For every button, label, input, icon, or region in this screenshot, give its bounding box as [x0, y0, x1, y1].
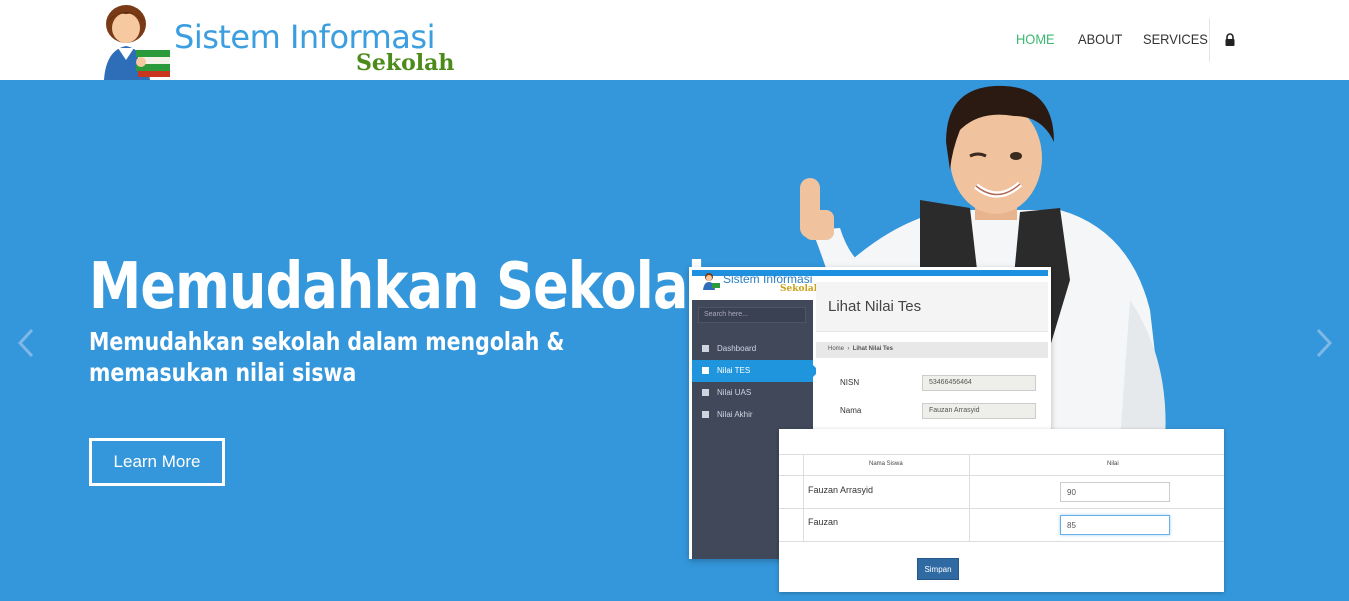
table-border: [969, 454, 970, 541]
breadcrumb-current: Lihat Nilai Tes: [852, 346, 893, 352]
sidebar-item-nilai-uas[interactable]: Nilai UAS: [692, 382, 813, 404]
navbar: Sistem Informasi Sekolah HOME ABOUT SERV…: [0, 0, 1349, 80]
column-header-nilai: Nilai: [1107, 461, 1119, 467]
book-icon: [702, 367, 709, 374]
home-icon: [702, 345, 709, 352]
brand-subtitle: Sekolah: [356, 50, 455, 76]
nisn-label: NISN: [840, 378, 860, 387]
breadcrumb: Home › Lihat Nilai Tes: [816, 342, 1048, 358]
book-icon: [702, 411, 709, 418]
hero-slider: Memudahkan Sekolah Memudahkan sekolah da…: [0, 80, 1349, 601]
sidebar-item-label: Nilai TES: [717, 366, 751, 375]
save-button[interactable]: Simpan: [917, 558, 959, 580]
nisn-field[interactable]: 53466456464: [922, 375, 1036, 391]
row-2-name: Fauzan: [808, 517, 839, 527]
lock-icon[interactable]: [1224, 33, 1236, 47]
hero-subtitle: Memudahkan sekolah dalam mengolah & mema…: [89, 327, 565, 387]
table-border: [779, 508, 1224, 509]
hero-title: Memudahkan Sekolah: [89, 250, 725, 324]
breadcrumb-home[interactable]: Home: [828, 346, 844, 352]
chevron-left-icon[interactable]: [14, 328, 38, 358]
nav-home[interactable]: HOME: [1016, 31, 1055, 47]
nama-label: Nama: [840, 406, 862, 415]
row-1-name: Fauzan Arrasyid: [808, 485, 874, 495]
row-2-score-input[interactable]: 85: [1060, 515, 1170, 535]
table-border: [779, 541, 1224, 542]
app-preview-brand-subtitle: Sekolah: [780, 284, 821, 294]
score-table-card: Nama Siswa Nilai Fauzan Arrasyid 90 Fauz…: [779, 429, 1224, 592]
sidebar-item-label: Nilai Akhir: [717, 410, 753, 419]
teacher-avatar-icon: [703, 273, 720, 290]
nav-about[interactable]: ABOUT: [1078, 31, 1122, 47]
table-border: [779, 475, 1224, 476]
nav-divider: [1209, 18, 1210, 62]
app-preview-page-title: Lihat Nilai Tes: [828, 298, 922, 315]
learn-more-button[interactable]: Learn More: [89, 438, 225, 486]
app-preview-page-header: Lihat Nilai Tes: [816, 282, 1048, 332]
column-header-nama-siswa: Nama Siswa: [869, 461, 903, 467]
main-nav: HOME ABOUT SERVICES: [0, 31, 1349, 51]
nav-services[interactable]: SERVICES: [1143, 31, 1208, 47]
sidebar-item-nilai-tes[interactable]: Nilai TES: [692, 360, 819, 382]
table-border: [803, 454, 804, 541]
sidebar-item-label: Dashboard: [717, 344, 757, 353]
book-icon: [702, 389, 709, 396]
table-border: [779, 454, 1224, 455]
sidebar-item-nilai-akhir[interactable]: Nilai Akhir: [692, 404, 813, 426]
breadcrumb-separator-icon: ›: [845, 346, 853, 352]
sidebar-item-dashboard[interactable]: Dashboard: [692, 338, 813, 360]
row-1-score-input[interactable]: 90: [1060, 482, 1170, 502]
app-preview-search-input[interactable]: Search here...: [698, 307, 806, 323]
chevron-right-icon[interactable]: [1312, 328, 1336, 358]
nama-field[interactable]: Fauzan Arrasyid: [922, 403, 1036, 419]
sidebar-item-label: Nilai UAS: [717, 388, 752, 397]
